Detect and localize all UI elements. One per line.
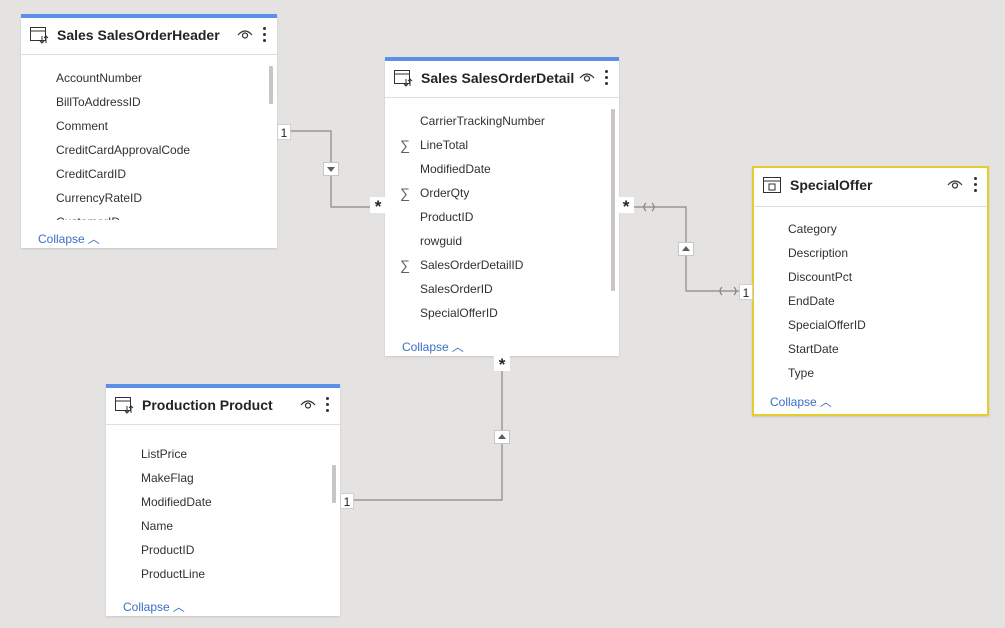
collapse-link[interactable]: Collapse ︿ <box>123 598 185 615</box>
field-item[interactable]: AccountNumber <box>56 68 142 88</box>
cardinality-many-badge: * <box>494 355 510 374</box>
field-item[interactable]: CustomerID <box>56 212 120 220</box>
field-item[interactable]: ProductID <box>420 207 473 227</box>
field-item[interactable]: SpecialOfferID <box>788 315 866 335</box>
collapse-label: Collapse <box>123 600 170 614</box>
cardinality-one-badge: 1 <box>340 493 354 509</box>
filter-direction-up-icon[interactable] <box>678 242 694 256</box>
collapse-label: Collapse <box>402 340 449 354</box>
field-item[interactable]: ListPrice <box>141 444 187 464</box>
collapse-link[interactable]: Collapse ︿ <box>402 338 464 355</box>
eye-icon[interactable] <box>300 399 316 410</box>
field-item[interactable]: ModifiedDate <box>420 159 491 179</box>
chevron-up-icon: ︿ <box>819 395 832 409</box>
field-item[interactable]: StartDate <box>788 339 839 359</box>
more-options-icon[interactable] <box>263 27 267 43</box>
field-item[interactable]: ∑ OrderQty <box>400 183 470 203</box>
table-card-header[interactable]: Production Product <box>106 388 340 425</box>
collapse-label: Collapse <box>770 395 817 409</box>
field-list: ListPrice MakeFlag ModifiedDate Name Pro… <box>106 444 340 594</box>
field-item[interactable]: ProductID <box>141 540 194 560</box>
field-item[interactable]: Name <box>141 516 173 536</box>
collapse-label: Collapse <box>38 232 85 246</box>
field-item[interactable]: CurrencyRateID <box>56 188 142 208</box>
table-title: Sales SalesOrderDetail <box>421 70 575 86</box>
field-label: LineTotal <box>420 138 469 152</box>
table-card-special-offer[interactable]: SpecialOffer Category Description Discou… <box>752 166 989 416</box>
field-label: OrderQty <box>420 186 470 200</box>
filter-direction-up-icon[interactable] <box>494 430 510 444</box>
scrollbar[interactable] <box>332 465 336 503</box>
field-item[interactable]: MakeFlag <box>141 468 194 488</box>
table-icon <box>30 27 49 44</box>
field-list: AccountNumber BillToAddressID Comment Cr… <box>21 68 277 220</box>
cardinality-one-badge: 1 <box>277 124 291 140</box>
table-title: SpecialOffer <box>790 177 873 193</box>
field-item[interactable]: SpecialOfferID <box>420 303 498 323</box>
cardinality-many-badge: * <box>618 197 634 216</box>
scrollbar[interactable] <box>269 66 273 104</box>
field-label: SalesOrderDetailID <box>420 258 524 272</box>
sigma-icon: ∑ <box>400 137 410 153</box>
field-item[interactable]: Category <box>788 219 837 239</box>
table-card-sales-order-header[interactable]: Sales SalesOrderHeader AccountNumber Bil… <box>21 14 277 248</box>
eye-icon[interactable] <box>579 72 595 83</box>
eye-icon[interactable] <box>947 179 963 190</box>
table-card-header[interactable]: SpecialOffer <box>754 168 987 207</box>
cardinality-one-badge: 1 <box>739 284 753 300</box>
more-options-icon[interactable] <box>326 397 330 413</box>
collapse-link[interactable]: Collapse ︿ <box>38 230 100 247</box>
eye-icon[interactable] <box>237 29 253 40</box>
field-item[interactable]: ModifiedDate <box>141 492 212 512</box>
field-item[interactable]: SalesOrderID <box>420 279 493 299</box>
table-card-production-product[interactable]: Production Product ListPrice MakeFlag Mo… <box>106 384 340 616</box>
field-item[interactable]: Comment <box>56 116 108 136</box>
table-icon <box>763 177 781 193</box>
table-title: Sales SalesOrderHeader <box>57 27 220 43</box>
table-icon <box>115 397 134 414</box>
chevron-up-icon: ︿ <box>172 600 185 614</box>
table-icon <box>394 70 413 87</box>
table-card-sales-order-detail[interactable]: Sales SalesOrderDetail CarrierTrackingNu… <box>385 57 619 356</box>
table-card-header[interactable]: Sales SalesOrderDetail <box>385 61 619 98</box>
field-item[interactable]: EndDate <box>788 291 835 311</box>
more-options-icon[interactable] <box>974 177 978 193</box>
filter-direction-down-icon[interactable] <box>323 162 339 176</box>
sigma-icon: ∑ <box>400 185 410 201</box>
more-options-icon[interactable] <box>605 70 609 86</box>
field-item[interactable]: rowguid <box>420 231 462 251</box>
field-item[interactable]: Description <box>788 243 848 263</box>
scrollbar[interactable] <box>611 109 615 291</box>
relationship-line-product-detail <box>340 356 503 501</box>
sigma-icon: ∑ <box>400 257 410 273</box>
field-item[interactable]: CreditCardApprovalCode <box>56 140 190 160</box>
field-item[interactable]: BillToAddressID <box>56 92 141 112</box>
chevron-up-icon: ︿ <box>451 340 464 354</box>
cardinality-many-badge: * <box>370 197 386 216</box>
field-item[interactable]: ∑ SalesOrderDetailID <box>400 255 524 275</box>
field-item[interactable]: DiscountPct <box>788 267 852 287</box>
field-item[interactable]: ∑ LineTotal <box>400 135 469 155</box>
table-title: Production Product <box>142 397 273 413</box>
field-item[interactable]: Type <box>788 363 814 383</box>
field-list: Category Description DiscountPct EndDate… <box>754 219 987 389</box>
table-card-header[interactable]: Sales SalesOrderHeader <box>21 18 277 55</box>
collapse-link[interactable]: Collapse ︿ <box>770 393 832 410</box>
field-item[interactable]: CreditCardID <box>56 164 126 184</box>
field-item[interactable]: CarrierTrackingNumber <box>420 111 545 131</box>
field-list: CarrierTrackingNumber ∑ LineTotal Modifie… <box>385 111 619 327</box>
field-item[interactable]: ProductLine <box>141 564 205 584</box>
chevron-up-icon: ︿ <box>87 232 100 246</box>
